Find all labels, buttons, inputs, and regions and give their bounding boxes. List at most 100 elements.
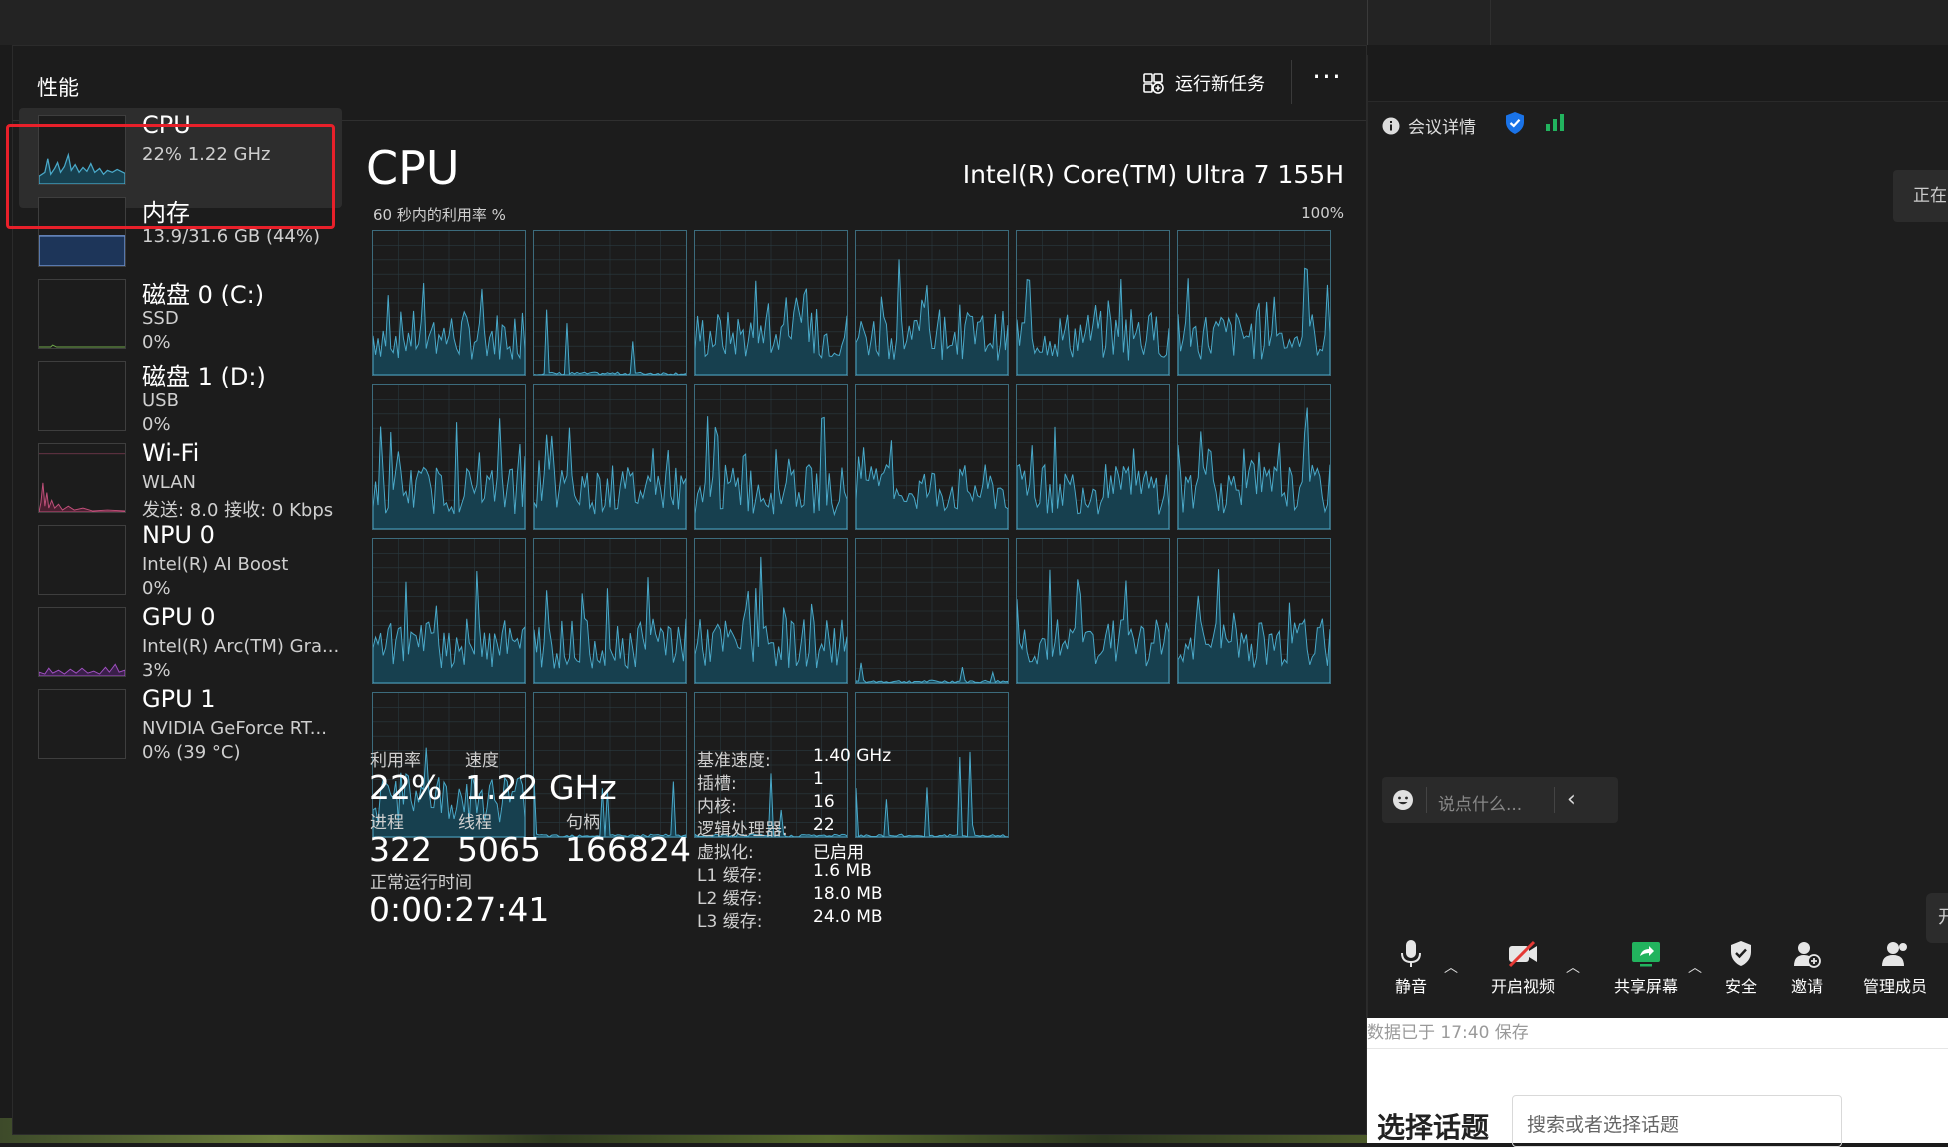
logical-processor-graph — [1016, 230, 1170, 376]
logical-processor-graph — [855, 384, 1009, 530]
page-title: 性能 — [37, 76, 79, 100]
sidebar-item-name: GPU 1 — [142, 685, 216, 713]
more-options-button[interactable]: ··· — [1309, 63, 1345, 100]
autosave-status: 数据已于 17:40 保存 — [1367, 1023, 1529, 1043]
manage-members-button[interactable]: 管理成员 — [1855, 939, 1935, 997]
task-manager-window: 性能 运行新任务 ··· CPU 22% 1.22 GHz 内存 13.9/31… — [12, 45, 1367, 1135]
start-video-button[interactable]: 开启视频 — [1483, 939, 1563, 997]
shield-icon — [1731, 941, 1751, 966]
security-shield-icon[interactable] — [1504, 111, 1526, 135]
mute-button[interactable]: 静音 — [1386, 939, 1436, 997]
gpu-1-thumbnail-graph — [38, 689, 126, 759]
cpu-thumbnail-graph — [38, 115, 126, 185]
logical-processor-graph — [1016, 538, 1170, 684]
invite-button[interactable]: 邀请 — [1782, 939, 1832, 997]
header-divider — [1291, 60, 1292, 104]
background-divider — [1490, 0, 1491, 45]
security-button[interactable]: 安全 — [1716, 939, 1766, 997]
topic-search-input[interactable]: 搜索或者选择话题 — [1512, 1095, 1842, 1147]
info-icon — [1382, 117, 1400, 134]
logical-processor-graph — [1177, 538, 1331, 684]
detail-label: 内核: — [697, 797, 737, 817]
invite-label: 邀请 — [1790, 977, 1823, 996]
chat-divider — [1554, 787, 1555, 813]
network-signal-icon[interactable] — [1545, 113, 1565, 131]
add-user-icon — [1794, 942, 1821, 968]
handles-value: 166824 — [565, 830, 691, 869]
detail-value: 24.0 MB — [813, 907, 883, 927]
detail-value: 1.6 MB — [813, 861, 872, 881]
meeting-toolbar: 静音 ︿ 开启视频 ︿ 共享屏幕 ︿ 安全 邀请 管理成员 — [1368, 939, 1948, 1019]
topic-label: 选择话题 — [1377, 1111, 1490, 1144]
sidebar-item-detail: WLAN — [142, 472, 197, 493]
npu-thumbnail-graph — [38, 525, 126, 595]
mute-options-caret-icon[interactable]: ︿ — [1444, 957, 1458, 977]
run-new-task-button[interactable]: 运行新任务 — [1141, 68, 1265, 98]
sidebar-item-detail: Intel(R) Arc(TM) Gra... — [142, 636, 340, 657]
logical-processor-graph — [533, 538, 687, 684]
logical-processor-graph — [694, 230, 848, 376]
meeting-window: 会议详情 正在 说点什么... ‹ 开 静音 ︿ 开启视频 ︿ 共享屏幕 ︿ 安… — [1367, 55, 1948, 1018]
sidebar-item-usage: 0% (39 °C) — [142, 742, 241, 763]
sidebar-item-detail: NVIDIA GeForce RT... — [142, 718, 327, 739]
chat-input-placeholder[interactable]: 说点什么... — [1438, 790, 1522, 815]
logical-processor-graph — [855, 538, 1009, 684]
meeting-title-bar — [1368, 55, 1948, 102]
detail-value: 已启用 — [813, 843, 864, 863]
sidebar-item-name: Wi-Fi — [142, 439, 200, 467]
sidebar-item-name: NPU 0 — [142, 521, 215, 549]
graph-max-label: 100% — [1301, 204, 1344, 222]
chat-input-bar[interactable]: 说点什么... ‹ — [1382, 777, 1618, 823]
detail-label: L1 缓存: — [697, 866, 763, 886]
logical-processor-graph — [533, 692, 687, 838]
manage-members-label: 管理成员 — [1862, 977, 1927, 996]
sidebar-item-detail: SSD — [142, 308, 179, 329]
detail-value: 22 — [813, 815, 835, 835]
background-divider — [1367, 0, 1368, 45]
logical-processor-graph — [694, 538, 848, 684]
logical-processor-graph — [372, 384, 526, 530]
sidebar-item-detail: Intel(R) AI Boost — [142, 554, 289, 575]
emoji-icon[interactable] — [1392, 789, 1414, 811]
video-off-icon — [1508, 940, 1537, 968]
logical-processor-graph — [372, 230, 526, 376]
logical-processor-graph — [1177, 230, 1331, 376]
memory-thumbnail-graph — [38, 197, 126, 267]
sidebar-item-gpu-1[interactable]: GPU 1 NVIDIA GeForce RT... 0% (39 °C) — [19, 682, 342, 782]
run-task-label: 运行新任务 — [1175, 74, 1265, 95]
logical-processor-graph — [1177, 384, 1331, 530]
sidebar-item-detail: USB — [142, 390, 179, 411]
detail-value: 1 — [813, 769, 824, 789]
disk-0-thumbnail-graph — [38, 279, 126, 349]
disk-1-thumbnail-graph — [38, 361, 126, 431]
logical-processor-graph — [694, 384, 848, 530]
sidebar-item-name: GPU 0 — [142, 603, 216, 631]
share-screen-button[interactable]: 共享屏幕 — [1606, 939, 1686, 997]
wifi-thumbnail-graph — [38, 443, 126, 513]
doc-divider — [1367, 1048, 1948, 1049]
sidebar-item-usage: 0% — [142, 414, 171, 435]
start-video-label: 开启视频 — [1490, 977, 1555, 996]
logical-processor-graph — [533, 384, 687, 530]
sidebar-item-usage: 0% — [142, 332, 171, 353]
cpu-model-name: Intel(R) Core(TM) Ultra 7 155H — [962, 160, 1344, 189]
utilization-value: 22% — [369, 768, 443, 807]
sidebar-item-name: 内存 — [142, 199, 190, 227]
chat-divider — [1426, 787, 1427, 813]
detail-label: 插槽: — [697, 774, 737, 794]
detail-label: L3 缓存: — [697, 912, 763, 932]
threads-value: 5065 — [457, 830, 541, 869]
video-options-caret-icon[interactable]: ︿ — [1566, 957, 1580, 977]
share-screen-icon — [1632, 942, 1660, 967]
meeting-details-button[interactable]: 会议详情 — [1382, 113, 1476, 138]
collapse-chevron-icon[interactable]: ‹ — [1567, 787, 1576, 812]
speed-value: 1.22 GHz — [465, 768, 617, 807]
detail-value: 18.0 MB — [813, 884, 883, 904]
share-screen-label: 共享屏幕 — [1613, 977, 1678, 996]
meeting-status-tag: 正在 — [1893, 170, 1948, 222]
sidebar-item-usage: 3% — [142, 660, 171, 681]
document-editor-strip: 数据已于 17:40 保存 选择话题 搜索或者选择话题 — [1367, 1018, 1948, 1147]
detail-value: 16 — [813, 792, 835, 812]
open-panel-button[interactable]: 开 — [1926, 893, 1948, 943]
share-options-caret-icon[interactable]: ︿ — [1688, 957, 1702, 977]
